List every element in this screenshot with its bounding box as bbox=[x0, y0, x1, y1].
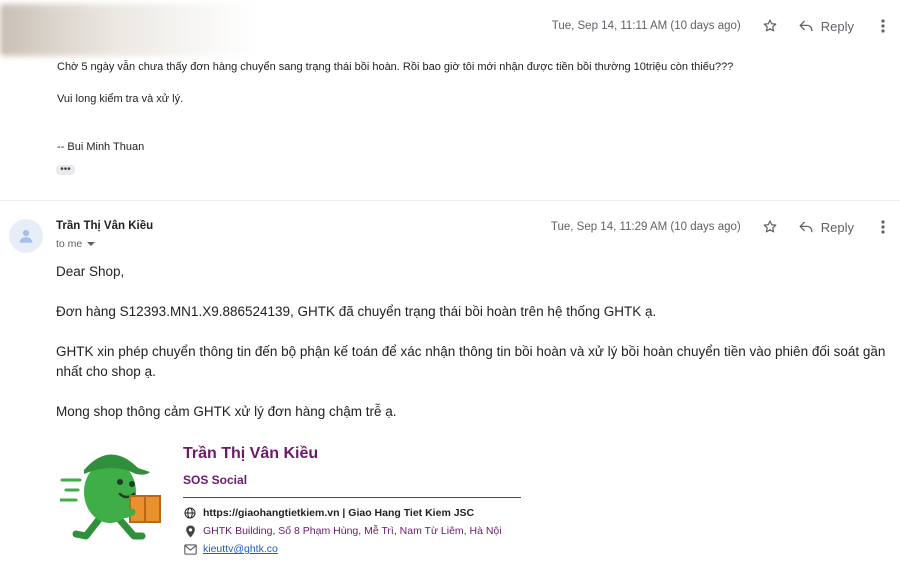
signature-website[interactable]: https://giaohangtietkiem.vn | Giao Hang … bbox=[203, 507, 474, 519]
person-icon bbox=[19, 229, 33, 243]
message-1-signature-line: -- Bui Minh Thuan bbox=[57, 141, 145, 153]
reply-icon bbox=[799, 20, 813, 32]
signature-name: Trần Thị Vân Kiều bbox=[183, 445, 319, 462]
star-icon[interactable] bbox=[759, 216, 781, 238]
signature-website-row: https://giaohangtietkiem.vn | Giao Hang … bbox=[183, 506, 474, 520]
signature-address: GHTK Building, Số 8 Phạm Hùng, Mễ Trì, N… bbox=[203, 525, 502, 537]
message-divider bbox=[0, 200, 900, 201]
message-1-line-1: Chờ 5 ngày vẫn chưa thấy đơn hàng chuyển… bbox=[57, 61, 734, 73]
signature-email-link[interactable]: kieuttv@ghtk.co bbox=[203, 543, 278, 555]
signature-email-row: kieuttv@ghtk.co bbox=[183, 542, 278, 556]
reply-button[interactable]: Reply bbox=[799, 220, 854, 235]
message-1-timestamp: Tue, Sep 14, 11:11 AM (10 days ago) bbox=[551, 20, 741, 32]
reply-label: Reply bbox=[820, 18, 854, 34]
body-paragraph-1: Đơn hàng S12393.MN1.X9.886524139, GHTK đ… bbox=[56, 304, 657, 319]
show-trimmed-content-button[interactable]: ••• bbox=[56, 165, 75, 175]
star-icon[interactable] bbox=[759, 15, 781, 37]
more-options-icon[interactable] bbox=[876, 15, 890, 37]
email-signature: Trần Thị Vân Kiều SOS Social https://gia… bbox=[60, 440, 530, 580]
reply-label: Reply bbox=[820, 219, 854, 235]
signature-address-row: GHTK Building, Số 8 Phạm Hùng, Mễ Trì, N… bbox=[183, 524, 502, 538]
message-1: Tue, Sep 14, 11:11 AM (10 days ago) Repl… bbox=[0, 0, 900, 200]
message-2-timestamp: Tue, Sep 14, 11:29 AM (10 days ago) bbox=[550, 221, 741, 233]
message-2-body: Dear Shop, Đơn hàng S12393.MN1.X9.886524… bbox=[56, 262, 900, 422]
signature-divider bbox=[183, 497, 521, 498]
message-1-body: Chờ 5 ngày vẫn chưa thấy đơn hàng chuyển… bbox=[57, 60, 733, 155]
blurred-sender-header bbox=[0, 4, 260, 56]
more-options-icon[interactable] bbox=[876, 216, 890, 238]
greeting: Dear Shop, bbox=[56, 264, 125, 279]
email-icon bbox=[183, 542, 197, 556]
message-1-actions: Tue, Sep 14, 11:11 AM (10 days ago) Repl… bbox=[552, 14, 900, 38]
message-1-line-2: Vui long kiểm tra và xử lý. bbox=[57, 93, 184, 105]
reply-icon bbox=[799, 221, 813, 233]
recipient-details-toggle[interactable]: to me bbox=[56, 238, 96, 250]
map-pin-icon bbox=[183, 524, 197, 538]
delivery-mascot-logo bbox=[60, 454, 161, 540]
message-2-actions: Tue, Sep 14, 11:29 AM (10 days ago) Repl… bbox=[551, 215, 900, 239]
body-paragraph-3: Mong shop thông cảm GHTK xử lý đơn hàng … bbox=[56, 404, 397, 419]
recipient-label: to me bbox=[56, 238, 83, 250]
sender-name[interactable]: Trần Thị Vân Kiều bbox=[56, 220, 153, 232]
reply-button[interactable]: Reply bbox=[799, 19, 854, 34]
chevron-down-icon bbox=[87, 242, 96, 246]
globe-icon bbox=[183, 506, 197, 520]
body-paragraph-2: GHTK xin phép chuyển thông tin đến bộ ph… bbox=[56, 344, 886, 379]
signature-title: SOS Social bbox=[183, 473, 248, 487]
avatar[interactable] bbox=[9, 219, 43, 253]
